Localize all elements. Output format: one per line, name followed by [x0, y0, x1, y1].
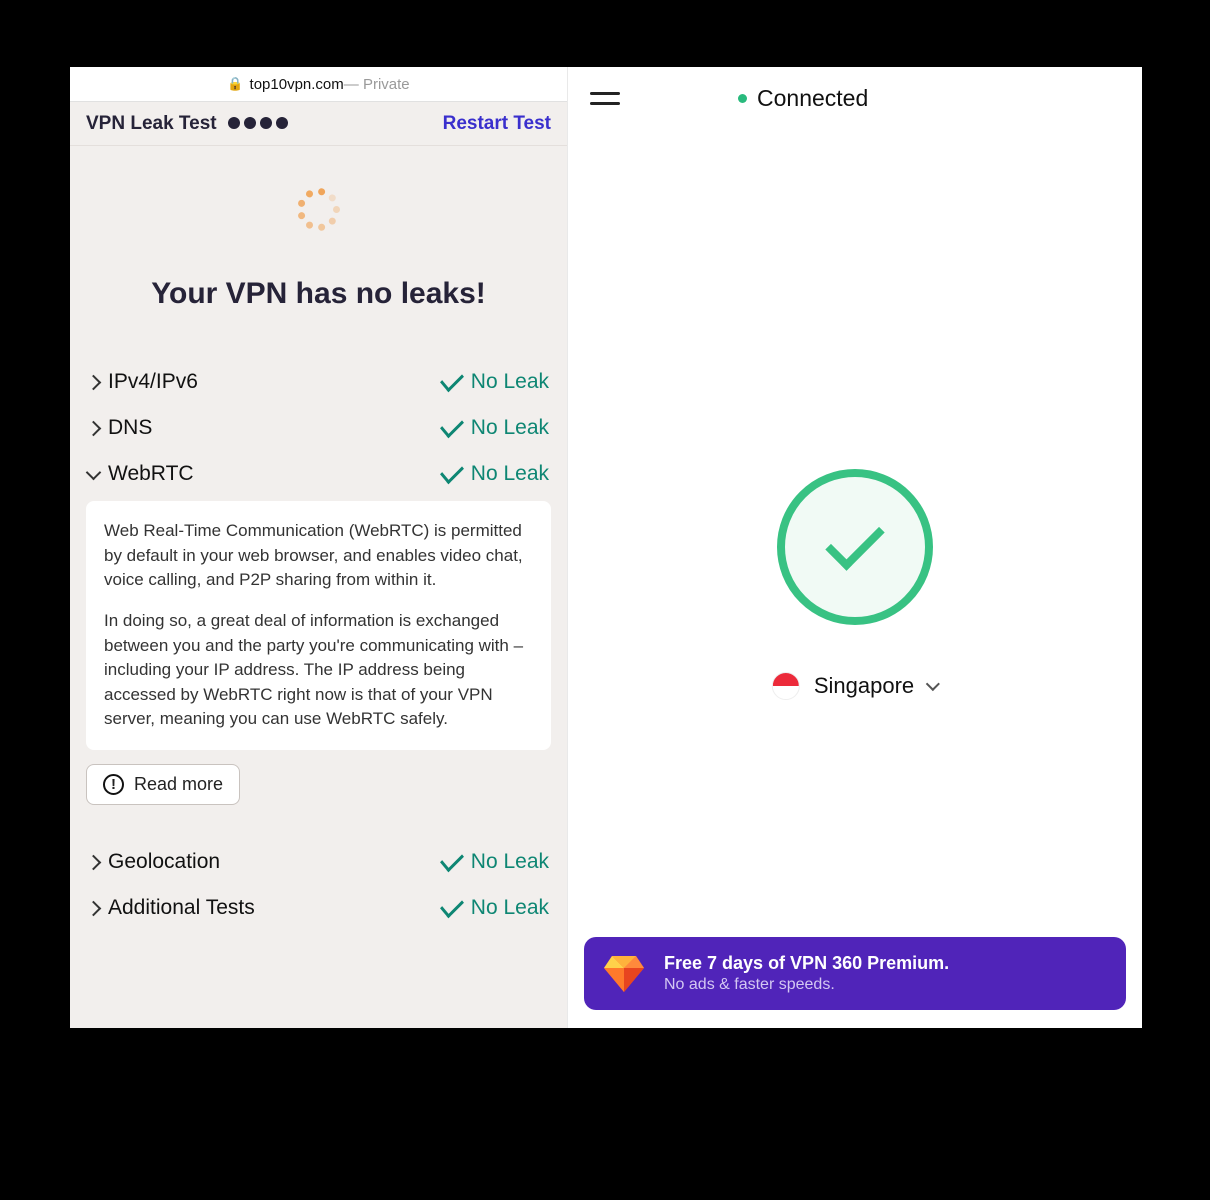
detail-paragraph: In doing so, a great deal of information… [104, 609, 533, 732]
result-label: Geolocation [108, 850, 220, 874]
connected-indicator[interactable] [777, 469, 933, 625]
promo-subtitle: No ads & faster speeds. [664, 976, 949, 994]
location-selector[interactable]: Singapore [772, 672, 938, 700]
lock-icon: 🔒 [227, 76, 243, 92]
results-scroll[interactable]: Your VPN has no leaks! IPv4/IPv6 No Leak… [70, 146, 567, 1028]
vpn-header: Connected [568, 67, 1142, 129]
check-icon [440, 892, 464, 918]
chevron-right-icon [86, 855, 102, 871]
gem-icon [604, 956, 644, 992]
detail-paragraph: Web Real-Time Communication (WebRTC) is … [104, 519, 533, 593]
result-row-additional[interactable]: Additional Tests No Leak [86, 885, 551, 931]
status-badge: No Leak [441, 416, 549, 440]
check-icon [440, 846, 464, 872]
address-bar[interactable]: 🔒 top10vpn.com — Private [70, 67, 567, 102]
vpn-app-pane: Connected Singapore [567, 67, 1142, 1028]
read-more-label: Read more [134, 774, 223, 795]
promo-title: Free 7 days of VPN 360 Premium. [664, 953, 949, 974]
connection-status: Connected [738, 85, 868, 112]
leak-test-header: VPN Leak Test Restart Test [70, 102, 567, 146]
result-label: WebRTC [108, 462, 194, 486]
browser-pane: 🔒 top10vpn.com — Private VPN Leak Test R… [70, 67, 567, 1028]
restart-test-link[interactable]: Restart Test [443, 113, 551, 135]
check-icon [440, 412, 464, 438]
private-label: — Private [344, 76, 410, 93]
flag-singapore-icon [772, 672, 800, 700]
result-label: IPv4/IPv6 [108, 370, 198, 394]
premium-promo-banner[interactable]: Free 7 days of VPN 360 Premium. No ads &… [584, 937, 1126, 1010]
loading-spinner-icon [296, 186, 342, 232]
chevron-right-icon [86, 375, 102, 391]
connection-label: Connected [757, 85, 868, 112]
result-label: DNS [108, 416, 152, 440]
webrtc-detail-card: Web Real-Time Communication (WebRTC) is … [86, 501, 551, 750]
progress-dots-icon [228, 117, 288, 129]
status-badge: No Leak [441, 896, 549, 920]
check-icon [440, 366, 464, 392]
result-row-dns[interactable]: DNS No Leak [86, 405, 551, 451]
result-row-geolocation[interactable]: Geolocation No Leak [86, 839, 551, 885]
read-more-button[interactable]: ! Read more [86, 764, 240, 805]
status-badge: No Leak [441, 462, 549, 486]
menu-icon[interactable] [590, 92, 620, 105]
check-icon [440, 458, 464, 484]
status-dot-icon [738, 94, 747, 103]
result-label: Additional Tests [108, 896, 255, 920]
chevron-down-icon [926, 677, 940, 691]
result-row-ipv4[interactable]: IPv4/IPv6 No Leak [86, 359, 551, 405]
chevron-down-icon [86, 464, 102, 480]
check-icon [825, 511, 884, 570]
info-icon: ! [103, 774, 124, 795]
chevron-right-icon [86, 421, 102, 437]
leak-test-title: VPN Leak Test [86, 113, 217, 134]
status-badge: No Leak [441, 850, 549, 874]
chevron-right-icon [86, 901, 102, 917]
result-row-webrtc[interactable]: WebRTC No Leak [86, 451, 551, 497]
location-label: Singapore [814, 673, 914, 699]
result-hero: Your VPN has no leaks! [86, 277, 551, 311]
status-badge: No Leak [441, 370, 549, 394]
url-domain: top10vpn.com [250, 76, 344, 93]
